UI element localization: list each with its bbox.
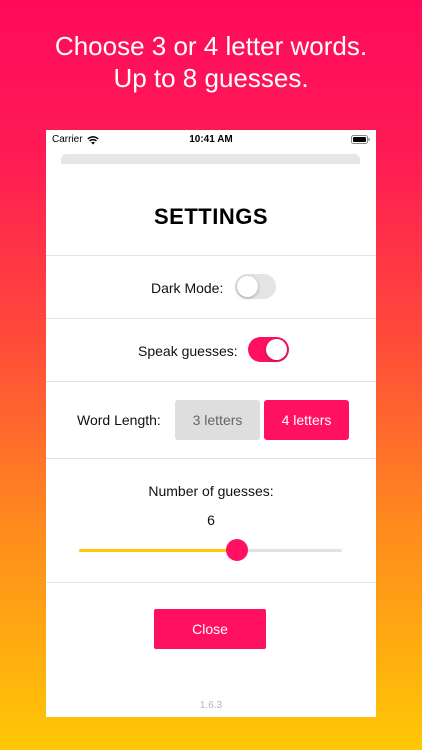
- battery-icon: [351, 135, 370, 144]
- toggle-knob: [237, 276, 258, 297]
- status-bar: Carrier 10:41 AM: [46, 130, 376, 150]
- speak-guesses-row: Speak guesses:: [46, 319, 376, 381]
- close-button[interactable]: Close: [154, 609, 266, 649]
- status-time: 10:41 AM: [189, 134, 233, 145]
- guesses-slider-fill: [79, 549, 237, 552]
- speak-guesses-toggle[interactable]: [248, 337, 289, 362]
- version-label: 1.6.3: [199, 700, 223, 711]
- guesses-label: Number of guesses:: [148, 483, 274, 499]
- three-letters-button[interactable]: 3 letters: [175, 400, 260, 440]
- divider: [46, 458, 376, 459]
- toggle-knob: [266, 339, 287, 360]
- guesses-value: 6: [207, 512, 215, 528]
- word-length-label: Word Length:: [77, 412, 161, 428]
- promo-line-2: Up to 8 guesses.: [113, 63, 309, 93]
- speak-guesses-label: Speak guesses:: [138, 343, 238, 359]
- sheet-grabber[interactable]: [61, 154, 360, 164]
- promo-line-1: Choose 3 or 4 letter words.: [54, 31, 368, 61]
- word-length-row: Word Length: 3 letters 4 letters: [46, 382, 376, 458]
- promo-headline: Choose 3 or 4 letter words. Up to 8 gues…: [0, 30, 422, 94]
- dark-mode-row: Dark Mode:: [46, 256, 376, 318]
- dark-mode-toggle[interactable]: [235, 274, 276, 299]
- guesses-slider-thumb[interactable]: [225, 539, 248, 561]
- four-letters-button[interactable]: 4 letters: [264, 400, 349, 440]
- divider: [46, 582, 376, 583]
- dark-mode-label: Dark Mode:: [151, 280, 224, 296]
- phone-screen: Carrier 10:41 AM SETTINGS Dark Mode: Spe…: [46, 130, 376, 717]
- settings-title: SETTINGS: [153, 204, 268, 229]
